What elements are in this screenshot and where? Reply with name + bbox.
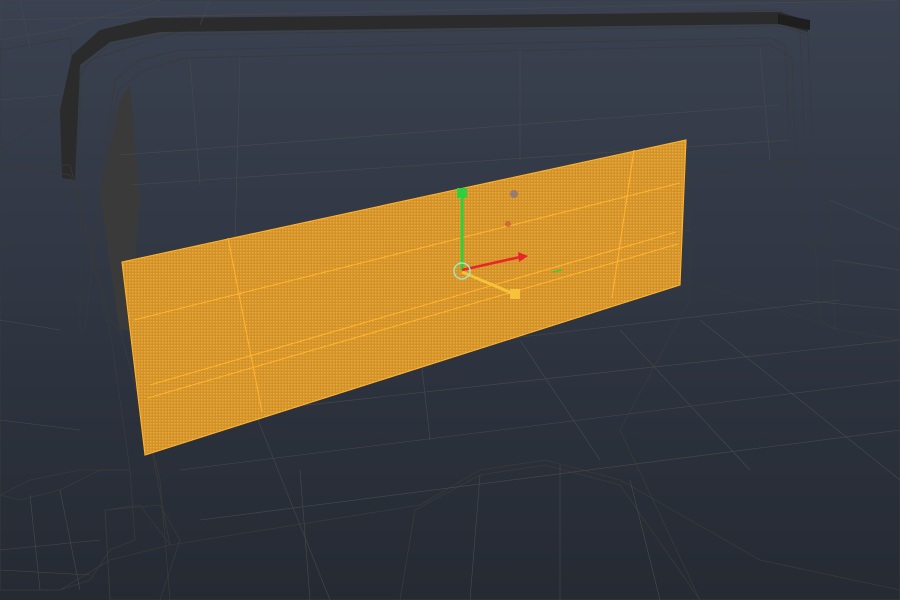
manipulator-ghost-point-2 [505,221,511,227]
manipulator-ghost-point [510,190,518,198]
viewport-canvas[interactable] [0,0,900,600]
3d-viewport[interactable] [0,0,900,600]
manipulator-z-handle[interactable] [510,289,520,299]
manipulator-y-handle[interactable] [457,188,467,198]
